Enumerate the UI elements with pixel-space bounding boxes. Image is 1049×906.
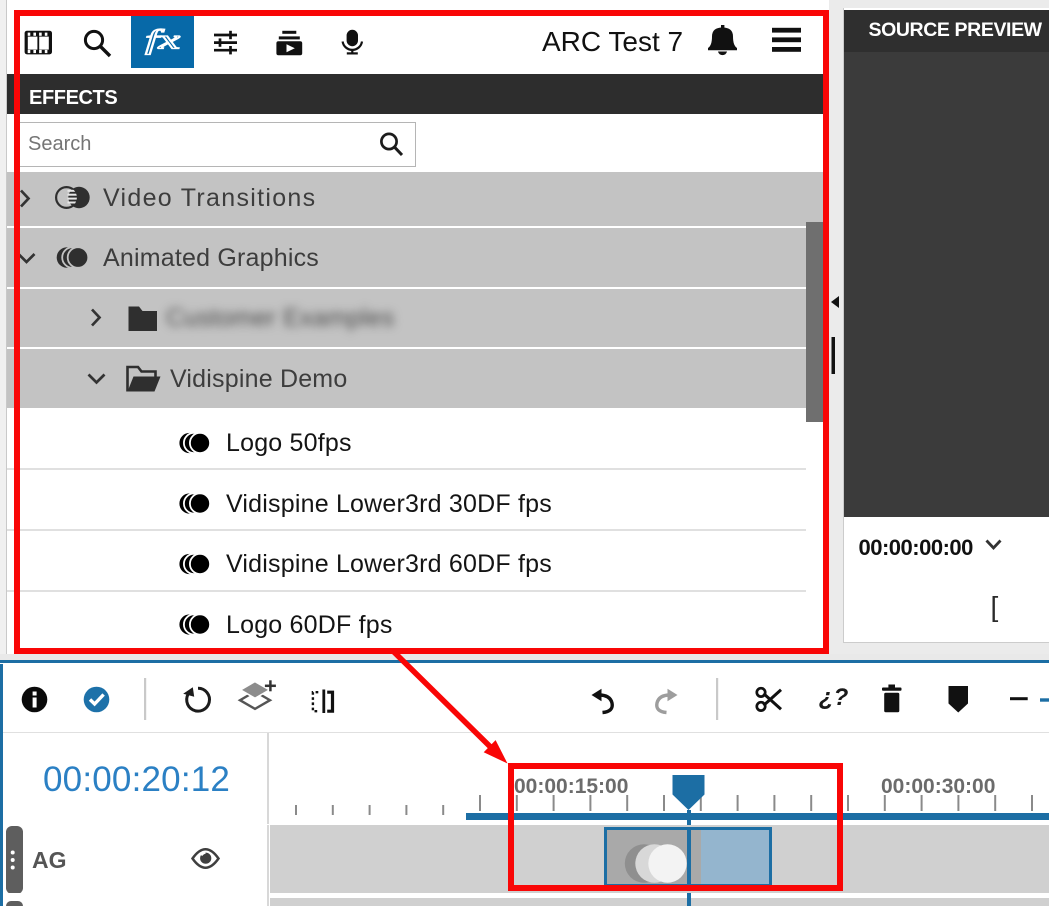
- svg-text:00:00:30:00: 00:00:30:00: [881, 775, 995, 798]
